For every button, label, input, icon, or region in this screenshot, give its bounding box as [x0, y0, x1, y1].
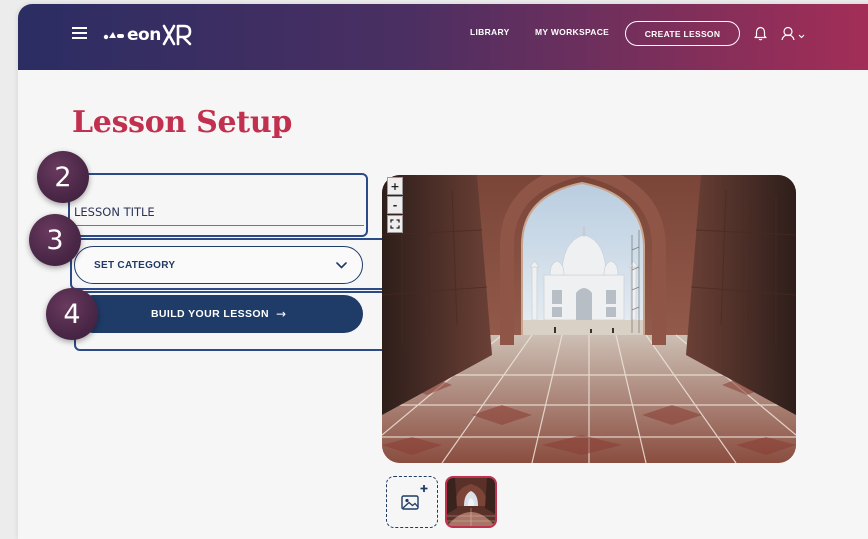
tutorial-step-marker-2: 2 [37, 151, 89, 203]
build-button-label: BUILD YOUR LESSON [150, 308, 269, 320]
logo-xr-mark [162, 24, 192, 46]
viewer-zoom-controls: + - [387, 177, 403, 237]
chevron-down-icon [798, 34, 805, 39]
zoom-out-button[interactable]: - [387, 196, 403, 214]
arrow-right-icon: → [275, 307, 287, 321]
nav-my-workspace-link[interactable]: MY WORKSPACE [535, 27, 609, 37]
hamburger-menu-icon[interactable] [72, 27, 87, 39]
bell-icon[interactable] [754, 26, 767, 41]
user-menu-icon[interactable] [781, 26, 807, 41]
taj-mahal-panorama-image [382, 175, 796, 463]
chevron-down-icon [336, 262, 347, 269]
fullscreen-button[interactable] [387, 215, 403, 233]
top-navigation-bar: eon LIBRARY MY WORKSPACE CREATE LESSON [18, 4, 868, 70]
zoom-in-button[interactable]: + [387, 177, 403, 195]
nav-library-link[interactable]: LIBRARY [470, 27, 510, 37]
fullscreen-icon [390, 219, 400, 229]
create-lesson-button[interactable]: CREATE LESSON [625, 21, 740, 46]
build-your-lesson-button[interactable]: BUILD YOUR LESSON → [74, 295, 363, 333]
set-category-dropdown[interactable]: SET CATEGORY [74, 246, 363, 284]
panorama-thumbnail[interactable] [445, 476, 497, 528]
category-dropdown-label: SET CATEGORY [94, 259, 176, 271]
page-title: Lesson Setup [72, 105, 293, 140]
lesson-title-input[interactable] [74, 198, 364, 226]
logo-mark-icon [103, 32, 124, 40]
add-image-icon [401, 485, 428, 510]
app-window: eon LIBRARY MY WORKSPACE CREATE LESSON L… [18, 4, 868, 539]
eonxr-logo[interactable]: eon [103, 21, 192, 49]
tutorial-step-marker-4: 4 [46, 288, 98, 340]
add-image-button[interactable] [386, 476, 438, 528]
panorama-viewer[interactable] [382, 175, 796, 463]
tutorial-step-marker-3: 3 [29, 214, 81, 266]
logo-text: eon [127, 25, 161, 45]
panorama-thumbnail-image [447, 478, 495, 526]
